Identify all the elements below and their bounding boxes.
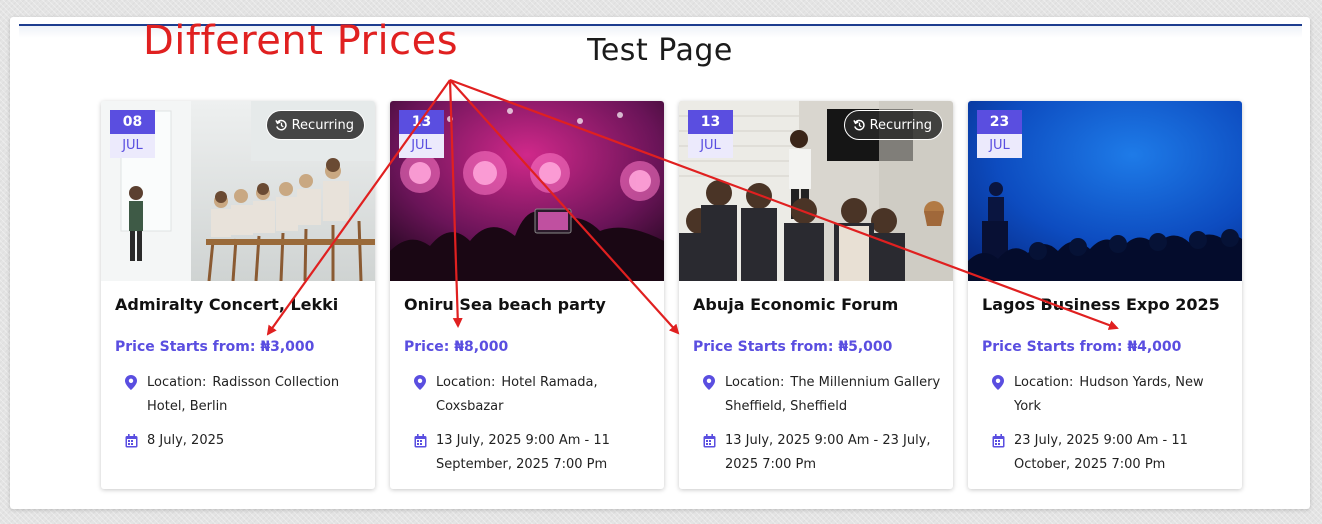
location-label: Location: — [725, 375, 785, 390]
event-location: Location: Radisson Collection Hotel, Berl… — [125, 371, 365, 419]
date-month: JUL — [977, 134, 1022, 158]
event-card[interactable]: 08 JUL Recurring Admiralty Concert, Lekk… — [101, 101, 375, 489]
date-badge: 08 JUL — [110, 110, 155, 159]
event-title[interactable]: Oniru Sea beach party — [404, 295, 654, 314]
event-image[interactable]: 08 JUL Recurring — [101, 101, 375, 281]
event-title[interactable]: Abuja Economic Forum — [693, 295, 943, 314]
date-day: 13 — [688, 110, 733, 134]
calendar-icon — [703, 434, 716, 448]
date-month: JUL — [110, 134, 155, 158]
calendar-icon — [992, 434, 1005, 448]
location-label: Location: — [436, 375, 496, 390]
event-location: Location: Hotel Ramada, Coxsbazar — [414, 371, 654, 419]
location-pin-icon — [125, 375, 137, 390]
date-day: 13 — [399, 110, 444, 134]
event-location: Location: The Millennium Gallery Sheffiel… — [703, 371, 943, 419]
event-price: Price: ₦8,000 — [404, 339, 509, 355]
calendar-icon — [414, 434, 427, 448]
event-title[interactable]: Admiralty Concert, Lekki — [115, 295, 365, 314]
event-date: 23 July, 2025 9:00 Am - 11 October, 2025… — [992, 429, 1232, 477]
location-label: Location: — [1014, 375, 1074, 390]
event-image[interactable]: 13 JUL — [390, 101, 664, 281]
event-date: 8 July, 2025 — [125, 429, 365, 453]
event-card[interactable]: 13 JUL Oniru Sea beach party Price: ₦8,0… — [390, 101, 664, 489]
event-price: Price Starts from: ₦5,000 — [693, 339, 893, 355]
annotation-label: Different Prices — [143, 18, 459, 64]
recurring-badge: Recurring — [265, 110, 365, 140]
recurring-label: Recurring — [869, 117, 932, 133]
location-pin-icon — [414, 375, 426, 390]
event-price: Price Starts from: ₦4,000 — [982, 339, 1182, 355]
event-image[interactable]: 13 JUL Recurring — [679, 101, 953, 281]
date-value: 23 July, 2025 9:00 Am - 11 October, 2025… — [1014, 433, 1188, 472]
date-value: 13 July, 2025 9:00 Am - 11 September, 20… — [436, 433, 610, 472]
event-image[interactable]: 23 JUL — [968, 101, 1242, 281]
date-value: 8 July, 2025 — [147, 433, 225, 448]
event-card[interactable]: 13 JUL Recurring Abuja Economic Forum Pr… — [679, 101, 953, 489]
event-date: 13 July, 2025 9:00 Am - 23 July, 2025 7:… — [703, 429, 943, 477]
date-day: 08 — [110, 110, 155, 134]
date-day: 23 — [977, 110, 1022, 134]
events-panel: Test Page 08 JUL Recurring Admiralty Con… — [10, 17, 1310, 509]
location-label: Location: — [147, 375, 207, 390]
event-price: Price Starts from: ₦3,000 — [115, 339, 315, 355]
date-badge: 13 JUL — [688, 110, 733, 159]
date-month: JUL — [399, 134, 444, 158]
recurring-icon — [852, 119, 865, 130]
calendar-icon — [125, 434, 138, 448]
event-location: Location: Hudson Yards, New York — [992, 371, 1232, 419]
location-pin-icon — [703, 375, 715, 390]
event-title[interactable]: Lagos Business Expo 2025 — [982, 295, 1232, 314]
date-badge: 23 JUL — [977, 110, 1022, 159]
location-pin-icon — [992, 375, 1004, 390]
event-card[interactable]: 23 JUL Lagos Business Expo 2025 Price St… — [968, 101, 1242, 489]
event-date: 13 July, 2025 9:00 Am - 11 September, 20… — [414, 429, 654, 477]
recurring-badge: Recurring — [843, 110, 943, 140]
date-value: 13 July, 2025 9:00 Am - 23 July, 2025 7:… — [725, 433, 931, 472]
date-badge: 13 JUL — [399, 110, 444, 159]
date-month: JUL — [688, 134, 733, 158]
recurring-icon — [274, 119, 287, 130]
recurring-label: Recurring — [291, 117, 354, 133]
